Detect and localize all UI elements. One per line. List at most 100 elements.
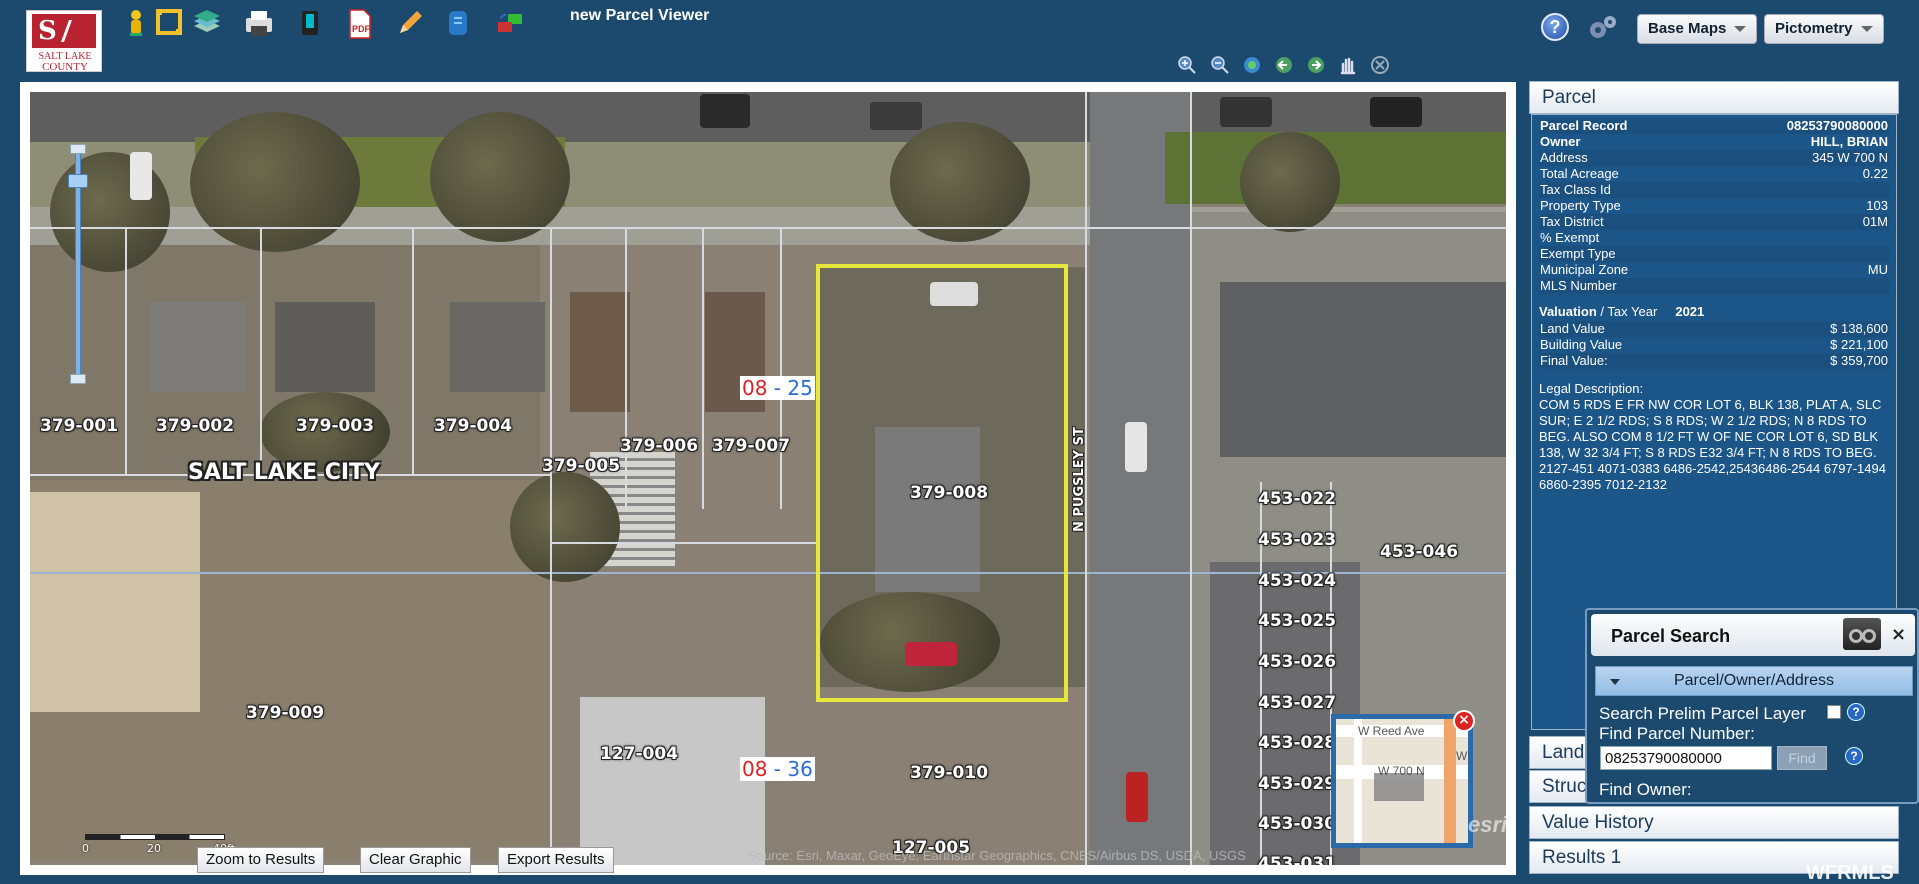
record-value: 01M [1862,214,1888,229]
parcel-label: 379-001 [40,416,119,436]
parcel-label: 453-023 [1258,530,1337,550]
parcel-line [780,229,782,509]
zoom-slider-minus[interactable] [70,374,86,384]
record-row: Tax District 01M [1539,214,1889,230]
record-key: Address [1540,150,1588,165]
parcel-line [550,229,552,865]
record-value: 08253790080000 [1786,118,1888,133]
record-key: Tax District [1540,214,1604,229]
base-maps-dropdown[interactable]: Base Maps [1637,14,1758,44]
settings-gear-icon[interactable] [1586,14,1616,40]
parcel-line [550,542,820,544]
record-value: HILL, BRIAN [1810,134,1888,149]
parcel-line [702,229,704,509]
tax-year-value: 2021 [1675,304,1705,319]
parcel-number-input[interactable] [1600,746,1772,770]
overview-street-label: W Reed Ave [1358,724,1425,738]
help-icon[interactable]: ? [1845,747,1863,765]
map-attribution: Source: Esri, Maxar, GeoEye, Earthstar G… [748,848,1246,863]
esri-logo: esri [1468,812,1508,837]
value-row: Final Value: $ 359,700 [1539,353,1889,369]
block-number-left: 08 [742,376,768,400]
block-number: 08 - 25 [740,376,815,400]
parcel-label: 453-027 [1258,693,1337,713]
svg-text:PDF: PDF [352,24,371,34]
overview-close-icon[interactable]: × [1453,710,1475,732]
record-key: Municipal Zone [1540,262,1629,277]
record-value: MU [1867,262,1888,277]
help-icon[interactable]: ? [1541,13,1569,41]
document-icon[interactable] [444,8,472,38]
full-extent-icon[interactable] [1242,55,1262,75]
parcel-label: 453-030 [1258,814,1337,834]
record-key: Owner [1540,134,1581,149]
record-row: % Exempt [1539,230,1889,246]
parcel-line [1190,92,1192,865]
zoom-slider-plus[interactable] [70,144,86,154]
parcel-label: 453-022 [1258,489,1337,509]
pan-icon[interactable] [1338,55,1358,75]
close-icon[interactable]: × [1891,624,1906,645]
record-row: Total Acreage 0.22 [1539,166,1889,182]
tree [430,112,570,242]
overview-road [1444,719,1456,843]
parcel-label: 379-004 [434,416,513,436]
frame-icon[interactable] [155,8,183,38]
house-roof-2 [275,302,375,392]
parcel-label: 379-003 [296,416,375,436]
help-icon[interactable]: ? [1847,703,1865,721]
pdf-icon[interactable]: PDF [345,8,373,39]
transfer-icon[interactable] [494,8,522,38]
overview-road [1354,719,1362,843]
city-label: SALT LAKE CITY [188,460,380,485]
parcel-search-title: Parcel Search [1611,626,1731,646]
layers-icon[interactable] [192,8,220,38]
find-owner-label: Find Owner: [1599,780,1692,799]
print-icon[interactable] [243,8,272,38]
deactivate-icon[interactable] [1370,55,1390,75]
block-number: 08 - 36 [740,757,815,781]
parcel-label: 379-010 [910,763,989,783]
bookmark-icon[interactable] [296,8,324,38]
parcel-section-header[interactable]: Parcel [1529,81,1899,114]
zoom-in-icon[interactable] [1177,55,1197,75]
legal-description: Legal Description: COM 5 RDS E FR NW COR… [1539,381,1889,493]
record-value: 103 [1866,198,1888,213]
value-row: Building Value $ 221,100 [1539,337,1889,353]
zoom-to-results-button[interactable]: Zoom to Results [197,847,325,873]
scale-bar-graphic [85,834,225,840]
parcel-search-panel: Parcel Search × Parcel/Owner/Address Sea… [1585,608,1919,804]
prelim-layer-checkbox[interactable] [1827,705,1841,719]
zoom-slider-thumb[interactable] [68,174,88,188]
tax-year-label: / Tax Year [1596,304,1658,319]
clear-graphic-button[interactable]: Clear Graphic [360,847,471,873]
next-extent-icon[interactable] [1306,55,1326,75]
app-title: new Parcel Viewer [570,7,710,24]
parcel-line [30,227,1506,229]
export-results-button[interactable]: Export Results [498,847,614,873]
parcel-search-header[interactable]: Parcel Search × [1591,614,1915,656]
parcel-owner-address-tab[interactable]: Parcel/Owner/Address [1595,666,1913,696]
zoom-slider[interactable] [68,144,88,384]
overview-map[interactable]: W Reed Ave W 700 N W [1331,714,1473,848]
county-logo[interactable]: SALT LAKE COUNTY [26,10,102,73]
previous-extent-icon[interactable] [1274,55,1294,75]
white-roof-lot [30,492,200,712]
value-history-section-header[interactable]: Value History [1529,806,1899,839]
pictometry-label: Pictometry [1775,20,1853,37]
record-value: 0.22 [1862,166,1888,181]
record-key: Parcel Record [1540,118,1628,133]
zoom-out-icon[interactable] [1210,55,1230,75]
parcel-label: 453-028 [1258,733,1337,753]
chevron-down-icon [1734,26,1747,33]
find-button[interactable]: Find [1777,746,1827,770]
pugsley-street [1090,92,1190,865]
pictometry-dropdown[interactable]: Pictometry [1764,14,1884,44]
map-view[interactable]: 379-001 379-002 379-003 379-004 379-005 … [20,82,1516,875]
house-roof-4 [570,292,630,412]
pencil-icon[interactable] [395,8,423,38]
block-number-right: 25 [787,376,813,400]
logo-line2: COUNTY [42,61,88,73]
locate-person-icon[interactable] [122,8,150,38]
value-key: Land Value [1540,321,1605,336]
